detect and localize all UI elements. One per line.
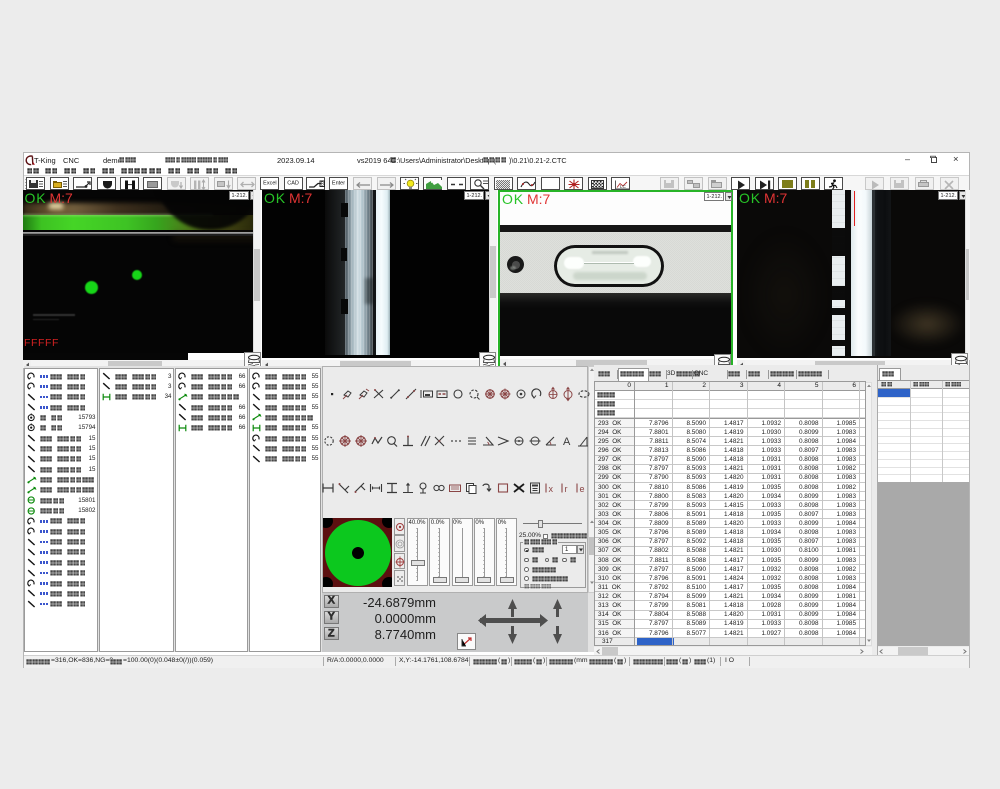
svg-text:LC: LC — [620, 184, 627, 189]
svg-text:x: x — [548, 484, 553, 494]
svg-text:e: e — [580, 484, 585, 494]
svg-text:r: r — [564, 484, 567, 494]
svg-text:A: A — [563, 436, 571, 448]
